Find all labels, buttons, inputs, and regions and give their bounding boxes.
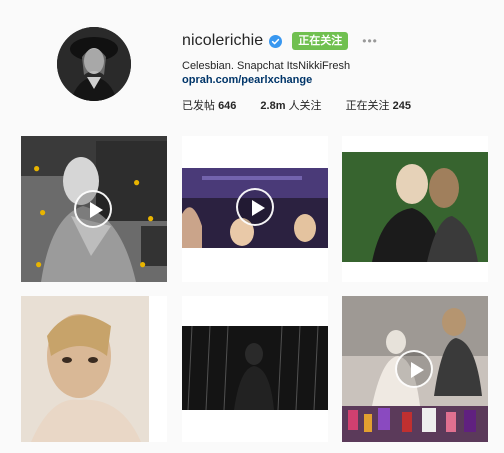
post-thumbnail[interactable] <box>342 296 488 442</box>
video-play-icon <box>236 188 274 226</box>
username-row: nicolerichie 正在关注 ••• <box>182 30 492 52</box>
posts-count: 已发帖 646 <box>182 97 236 113</box>
bio-text: Celesbian. Snapchat ItsNikkiFresh <box>182 60 351 72</box>
post-thumbnail[interactable] <box>182 296 328 442</box>
svg-text:●: ● <box>33 161 40 175</box>
post-thumbnail[interactable] <box>182 136 328 282</box>
svg-text:●: ● <box>39 205 46 219</box>
bio-link[interactable]: oprah.com/pearlxchange <box>182 73 492 87</box>
followers-count[interactable]: 2.8m 人关注 <box>260 97 321 113</box>
svg-text:●: ● <box>133 175 140 189</box>
post-thumbnail[interactable] <box>342 136 488 282</box>
video-play-icon <box>74 190 112 228</box>
video-play-icon <box>395 350 433 388</box>
username: nicolerichie <box>182 32 264 49</box>
svg-text:●: ● <box>147 211 154 225</box>
following-button[interactable]: 正在关注 <box>292 32 349 50</box>
more-options-icon[interactable]: ••• <box>362 34 378 48</box>
svg-text:●: ● <box>35 257 42 271</box>
verified-badge-icon <box>269 34 283 48</box>
profile-stats: 已发帖 646 2.8m 人关注 正在关注 245 <box>182 97 492 113</box>
post-thumbnail[interactable]: ● ● ● ● ● ● <box>21 136 167 282</box>
followers-value: 2.8m <box>260 100 286 112</box>
posts-label: 已发帖 <box>182 100 215 112</box>
svg-text:●: ● <box>139 257 146 271</box>
following-label: 正在关注 <box>345 100 390 112</box>
followers-label: 人关注 <box>288 100 322 112</box>
post-thumbnail[interactable] <box>21 296 167 442</box>
following-value: 245 <box>392 100 411 112</box>
profile-avatar[interactable] <box>57 27 131 101</box>
profile-header: nicolerichie 正在关注 ••• Celesbian. Snapcha… <box>182 30 492 113</box>
posts-value: 646 <box>218 100 237 112</box>
following-count[interactable]: 正在关注 245 <box>346 97 411 113</box>
